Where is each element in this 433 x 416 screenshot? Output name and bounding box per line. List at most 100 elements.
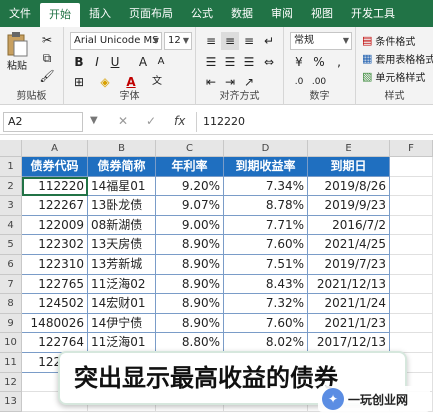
empty-cell[interactable] — [390, 294, 433, 314]
paste-button[interactable]: 粘贴 — [6, 31, 28, 72]
underline-button[interactable]: U — [106, 53, 124, 71]
align-left-icon[interactable]: ☰ — [202, 53, 220, 71]
row-header[interactable]: 12 — [0, 372, 22, 393]
table-cell[interactable]: 2021/12/13 — [308, 274, 390, 295]
empty-cell[interactable] — [390, 274, 433, 295]
table-cell[interactable]: 2019/7/23 — [308, 255, 390, 275]
table-cell[interactable]: 2021/4/25 — [308, 235, 390, 255]
table-cell[interactable]: 2019/9/23 — [308, 196, 390, 216]
italic-button[interactable]: I — [88, 53, 106, 71]
tab-page-layout[interactable]: 页面布局 — [120, 0, 182, 27]
table-cell[interactable]: 122302 — [22, 235, 88, 255]
empty-cell[interactable] — [390, 235, 433, 255]
table-header-cell[interactable]: 债券简称 — [88, 157, 156, 177]
align-top-icon[interactable]: ≡ — [202, 32, 220, 50]
wrap-text-icon[interactable]: ↵ — [260, 32, 278, 50]
table-cell[interactable]: 1480026 — [22, 313, 88, 334]
table-cell[interactable]: 124502 — [22, 294, 88, 314]
name-box-dropdown-icon[interactable]: ▼ — [90, 115, 98, 126]
number-format-select[interactable]: 常规 ▼ — [290, 32, 352, 50]
empty-cell[interactable] — [390, 215, 433, 236]
table-header-cell[interactable]: 年利率 — [156, 157, 224, 177]
empty-cell[interactable] — [390, 176, 433, 197]
col-header-f[interactable]: F — [390, 140, 433, 157]
empty-cell[interactable] — [390, 196, 433, 216]
table-cell[interactable]: 8.43% — [224, 274, 308, 295]
tab-data[interactable]: 数据 — [222, 0, 262, 27]
table-cell[interactable]: 9.07% — [156, 196, 224, 216]
row-header[interactable]: 9 — [0, 313, 22, 334]
grow-font-icon[interactable]: A — [134, 53, 152, 71]
table-cell[interactable]: 122267 — [22, 196, 88, 216]
conditional-format-button[interactable]: ▤ 条件格式 — [362, 33, 415, 48]
table-cell[interactable]: 122765 — [22, 274, 88, 295]
table-cell[interactable]: 7.60% — [224, 313, 308, 334]
table-cell[interactable]: 14宏财01 — [88, 294, 156, 314]
comma-icon[interactable]: , — [330, 53, 348, 71]
tab-developer[interactable]: 开发工具 — [342, 0, 404, 27]
align-middle-icon[interactable]: ≡ — [221, 32, 239, 50]
table-cell[interactable]: 7.60% — [224, 235, 308, 255]
row-header[interactable]: 5 — [0, 235, 22, 255]
bold-button[interactable]: B — [70, 53, 88, 71]
copy-icon[interactable]: ⧉ — [38, 49, 56, 67]
col-header-a[interactable]: A — [22, 140, 88, 157]
row-header[interactable]: 8 — [0, 294, 22, 314]
insert-function-icon[interactable]: fx — [174, 114, 185, 128]
table-cell[interactable]: 2019/8/26 — [308, 176, 390, 197]
row-header[interactable]: 6 — [0, 255, 22, 275]
tab-view[interactable]: 视图 — [302, 0, 342, 27]
row-header[interactable]: 13 — [0, 392, 22, 412]
format-painter-icon[interactable]: 🖌 — [38, 67, 56, 85]
table-cell[interactable]: 8.90% — [156, 255, 224, 275]
shrink-font-icon[interactable]: A — [152, 53, 170, 71]
tab-insert[interactable]: 插入 — [80, 0, 120, 27]
cut-icon[interactable]: ✂ — [38, 31, 56, 49]
table-cell[interactable]: 7.32% — [224, 294, 308, 314]
empty-cell[interactable] — [390, 255, 433, 275]
currency-icon[interactable]: ¥ — [290, 53, 308, 71]
select-all-corner[interactable] — [0, 140, 22, 157]
table-cell[interactable]: 8.78% — [224, 196, 308, 216]
tab-formulas[interactable]: 公式 — [182, 0, 222, 27]
row-header[interactable]: 10 — [0, 333, 22, 353]
table-cell[interactable]: 14伊宁债 — [88, 313, 156, 334]
table-header-cell[interactable]: 到期收益率 — [224, 157, 308, 177]
table-cell[interactable]: 122009 — [22, 215, 88, 236]
table-cell[interactable]: 8.90% — [156, 235, 224, 255]
align-center-icon[interactable]: ☰ — [221, 53, 239, 71]
row-header[interactable]: 3 — [0, 196, 22, 216]
table-header-cell[interactable]: 到期日 — [308, 157, 390, 177]
align-right-icon[interactable]: ☰ — [240, 53, 258, 71]
row-header[interactable]: 1 — [0, 157, 22, 177]
font-name-select[interactable]: Arial Unicode MS ▼ — [70, 32, 162, 50]
table-cell[interactable]: 7.51% — [224, 255, 308, 275]
merge-center-icon[interactable]: ⇔ — [260, 53, 278, 71]
align-bottom-icon[interactable]: ≡ — [240, 32, 258, 50]
table-cell[interactable]: 122310 — [22, 255, 88, 275]
empty-cell[interactable] — [390, 157, 433, 177]
table-cell[interactable]: 112220 — [22, 176, 88, 197]
col-header-e[interactable]: E — [308, 140, 390, 157]
cancel-icon[interactable]: ✕ — [118, 114, 128, 128]
font-size-select[interactable]: 12 ▼ — [164, 32, 192, 50]
row-header[interactable]: 7 — [0, 274, 22, 295]
col-header-d[interactable]: D — [224, 140, 308, 157]
table-cell[interactable]: 9.00% — [156, 215, 224, 236]
table-header-cell[interactable]: 债券代码 — [22, 157, 88, 177]
table-cell[interactable]: 13芳新城 — [88, 255, 156, 275]
format-as-table-button[interactable]: ▦ 套用表格格式 — [362, 51, 433, 66]
enter-icon[interactable]: ✓ — [146, 114, 156, 128]
table-cell[interactable]: 2021/1/24 — [308, 294, 390, 314]
table-cell[interactable]: 11泛海02 — [88, 274, 156, 295]
table-cell[interactable]: 8.90% — [156, 294, 224, 314]
tab-review[interactable]: 审阅 — [262, 0, 302, 27]
row-header[interactable]: 2 — [0, 176, 22, 197]
table-cell[interactable]: 2016/7/2 — [308, 215, 390, 236]
row-header[interactable]: 4 — [0, 215, 22, 236]
table-cell[interactable]: 9.20% — [156, 176, 224, 197]
table-cell[interactable]: 14福星01 — [88, 176, 156, 197]
table-cell[interactable]: 08新湖债 — [88, 215, 156, 236]
table-cell[interactable]: 2021/1/23 — [308, 313, 390, 334]
col-header-b[interactable]: B — [88, 140, 156, 157]
